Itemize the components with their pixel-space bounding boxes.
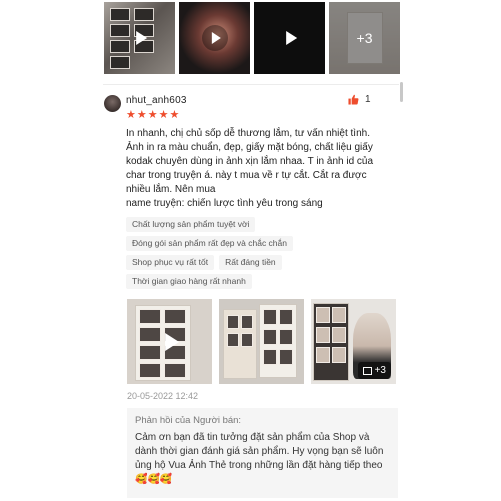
star-rating: ★ ★ ★ ★ ★	[126, 110, 179, 121]
review-tag: Thời gian giao hàng rất nhanh	[126, 274, 252, 289]
seller-reply-text: Cảm ơn bạn đã tin tưởng đặt sản phẩm của…	[135, 432, 384, 485]
photo-cell	[110, 40, 130, 53]
scrollbar[interactable]	[400, 82, 403, 102]
more-media-overlay: +3	[329, 2, 400, 74]
review-tags: Chất lượng sản phẩm tuyệt vời Đóng gói s…	[126, 217, 398, 293]
photo-cell	[332, 347, 346, 363]
review-date: 20-05-2022 12:42	[127, 391, 199, 401]
review-body: In nhanh, chị chủ sốp dễ thương lắm, tư …	[126, 128, 374, 209]
photo-cell	[241, 333, 253, 347]
photo-cell	[134, 8, 154, 21]
review-tag: Rất đáng tiền	[219, 255, 282, 270]
media-thumb-image-4[interactable]: +3	[329, 2, 400, 74]
media-thumb-video-2[interactable]	[179, 2, 250, 74]
photo-cell	[110, 24, 130, 37]
photo-cell	[279, 329, 293, 345]
photo-cell	[110, 8, 130, 21]
photo-cell	[227, 333, 239, 347]
top-media-strip: +3	[104, 2, 400, 74]
star-icon: ★	[136, 109, 147, 121]
review-photo-2[interactable]	[219, 299, 304, 384]
review-tag: Shop phục vụ rất tốt	[126, 255, 215, 270]
photo-cell	[316, 327, 330, 343]
photo-cell	[139, 327, 161, 342]
like-count: 1	[365, 94, 371, 105]
play-icon	[164, 332, 179, 351]
username[interactable]: nhut_anh603	[126, 95, 187, 106]
photo-cell	[241, 315, 253, 329]
photo-cell	[316, 307, 330, 323]
thumbs-up-icon	[348, 94, 359, 105]
play-icon	[211, 32, 221, 44]
review-tag: Đóng gói sản phẩm rất đẹp và chắc chắn	[126, 236, 293, 251]
photo-cell	[316, 347, 330, 363]
star-icon: ★	[158, 109, 169, 121]
star-icon: ★	[147, 109, 158, 121]
photo-cell	[139, 363, 161, 378]
divider	[103, 84, 399, 85]
play-button-circle	[201, 25, 228, 51]
photo-cell	[279, 309, 293, 325]
photo-cell	[263, 309, 277, 325]
review-photo-video[interactable]	[127, 299, 212, 384]
photo-cell	[110, 56, 130, 69]
photo-cell	[263, 329, 277, 345]
avatar[interactable]	[104, 95, 121, 112]
review-tag: Chất lượng sản phẩm tuyệt vời	[126, 217, 256, 232]
more-photos-badge: +3	[357, 362, 391, 379]
photo-cell	[227, 315, 239, 329]
photo-cell	[332, 327, 346, 343]
seller-reply: Phản hồi của Người bán: Cảm ơn bạn đã ti…	[127, 408, 398, 498]
star-icon: ★	[169, 109, 180, 121]
play-icon	[135, 31, 147, 45]
play-icon	[285, 31, 297, 45]
media-thumb-video-3[interactable]	[254, 2, 325, 74]
photo-cell	[164, 309, 186, 324]
review-photos: +3	[127, 299, 396, 384]
photo-cell	[263, 349, 277, 365]
photo-cell	[332, 307, 346, 323]
photo-cell	[279, 349, 293, 365]
photo-cell	[139, 345, 161, 360]
media-thumb-video-1[interactable]	[104, 2, 175, 74]
seller-reply-title: Phản hồi của Người bán:	[135, 415, 242, 426]
photo-cell	[139, 309, 161, 324]
more-photos-count: +3	[374, 365, 386, 376]
photo-cell	[164, 363, 186, 378]
star-icon: ★	[126, 109, 136, 121]
review-photo-3[interactable]: +3	[311, 299, 396, 384]
image-icon	[362, 366, 372, 375]
like-button[interactable]: 1	[348, 94, 371, 105]
